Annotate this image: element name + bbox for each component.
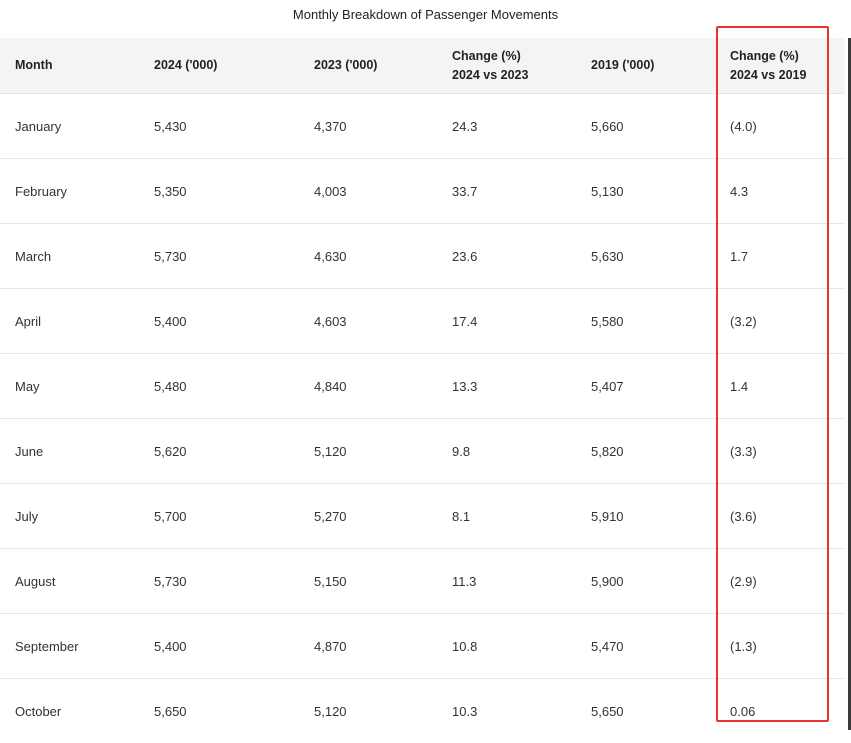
month-cell: June bbox=[0, 419, 139, 484]
value-cell: 4.3 bbox=[715, 159, 845, 224]
month-cell: July bbox=[0, 484, 139, 549]
value-cell: (2.9) bbox=[715, 549, 845, 614]
value-cell: 4,840 bbox=[299, 354, 437, 419]
value-cell: 23.6 bbox=[437, 224, 576, 289]
value-cell: 5,630 bbox=[576, 224, 715, 289]
value-cell: 5,650 bbox=[576, 679, 715, 743]
column-header-4: 2019 ('000) bbox=[576, 38, 715, 94]
value-cell: 4,603 bbox=[299, 289, 437, 354]
column-header-line1: Change (%) bbox=[730, 47, 845, 66]
value-cell: 10.3 bbox=[437, 679, 576, 743]
table-row: June5,6205,1209.85,820(3.3) bbox=[0, 419, 845, 484]
table-row: August5,7305,15011.35,900(2.9) bbox=[0, 549, 845, 614]
month-cell: May bbox=[0, 354, 139, 419]
value-cell: 17.4 bbox=[437, 289, 576, 354]
table-row: October5,6505,12010.35,6500.06 bbox=[0, 679, 845, 743]
table-row: May5,4804,84013.35,4071.4 bbox=[0, 354, 845, 419]
value-cell: 5,150 bbox=[299, 549, 437, 614]
column-header-line2: 2024 vs 2019 bbox=[730, 66, 845, 85]
value-cell: 5,620 bbox=[139, 419, 299, 484]
data-table-container: Month2024 ('000)2023 ('000)Change (%)202… bbox=[0, 38, 851, 743]
value-cell: 5,730 bbox=[139, 224, 299, 289]
value-cell: 1.7 bbox=[715, 224, 845, 289]
table-body: January5,4304,37024.35,660(4.0)February5… bbox=[0, 94, 845, 743]
value-cell: 4,870 bbox=[299, 614, 437, 679]
value-cell: 5,730 bbox=[139, 549, 299, 614]
month-cell: August bbox=[0, 549, 139, 614]
month-cell: January bbox=[0, 94, 139, 159]
table-header: Month2024 ('000)2023 ('000)Change (%)202… bbox=[0, 38, 845, 94]
table-row: September5,4004,87010.85,470(1.3) bbox=[0, 614, 845, 679]
value-cell: 1.4 bbox=[715, 354, 845, 419]
value-cell: (4.0) bbox=[715, 94, 845, 159]
month-cell: September bbox=[0, 614, 139, 679]
column-header-3: Change (%)2024 vs 2023 bbox=[437, 38, 576, 94]
column-header-line1: 2019 ('000) bbox=[591, 56, 715, 75]
value-cell: 33.7 bbox=[437, 159, 576, 224]
value-cell: 5,130 bbox=[576, 159, 715, 224]
value-cell: 5,910 bbox=[576, 484, 715, 549]
column-header-line1: Change (%) bbox=[452, 47, 576, 66]
table-title: Monthly Breakdown of Passenger Movements bbox=[0, 7, 851, 22]
month-cell: April bbox=[0, 289, 139, 354]
value-cell: 5,350 bbox=[139, 159, 299, 224]
value-cell: 8.1 bbox=[437, 484, 576, 549]
column-header-5: Change (%)2024 vs 2019 bbox=[715, 38, 845, 94]
value-cell: (3.3) bbox=[715, 419, 845, 484]
column-header-2: 2023 ('000) bbox=[299, 38, 437, 94]
column-header-line1: 2024 ('000) bbox=[154, 56, 299, 75]
value-cell: 5,650 bbox=[139, 679, 299, 743]
value-cell: 13.3 bbox=[437, 354, 576, 419]
table-row: April5,4004,60317.45,580(3.2) bbox=[0, 289, 845, 354]
value-cell: 5,270 bbox=[299, 484, 437, 549]
month-cell: October bbox=[0, 679, 139, 743]
value-cell: 11.3 bbox=[437, 549, 576, 614]
value-cell: 9.8 bbox=[437, 419, 576, 484]
value-cell: 5,430 bbox=[139, 94, 299, 159]
value-cell: (3.6) bbox=[715, 484, 845, 549]
value-cell: 5,470 bbox=[576, 614, 715, 679]
value-cell: 5,120 bbox=[299, 419, 437, 484]
value-cell: (3.2) bbox=[715, 289, 845, 354]
value-cell: 5,580 bbox=[576, 289, 715, 354]
value-cell: (1.3) bbox=[715, 614, 845, 679]
month-cell: March bbox=[0, 224, 139, 289]
value-cell: 5,400 bbox=[139, 614, 299, 679]
value-cell: 5,120 bbox=[299, 679, 437, 743]
value-cell: 24.3 bbox=[437, 94, 576, 159]
header-row: Month2024 ('000)2023 ('000)Change (%)202… bbox=[0, 38, 845, 94]
table-row: July5,7005,2708.15,910(3.6) bbox=[0, 484, 845, 549]
value-cell: 4,370 bbox=[299, 94, 437, 159]
column-header-0: Month bbox=[0, 38, 139, 94]
value-cell: 5,400 bbox=[139, 289, 299, 354]
month-cell: February bbox=[0, 159, 139, 224]
column-header-1: 2024 ('000) bbox=[139, 38, 299, 94]
table-row: March5,7304,63023.65,6301.7 bbox=[0, 224, 845, 289]
value-cell: 5,407 bbox=[576, 354, 715, 419]
column-header-line1: Month bbox=[15, 56, 139, 75]
value-cell: 5,700 bbox=[139, 484, 299, 549]
table-row: February5,3504,00333.75,1304.3 bbox=[0, 159, 845, 224]
value-cell: 4,630 bbox=[299, 224, 437, 289]
value-cell: 5,660 bbox=[576, 94, 715, 159]
value-cell: 0.06 bbox=[715, 679, 845, 743]
column-header-line1: 2023 ('000) bbox=[314, 56, 437, 75]
passenger-movements-table: Month2024 ('000)2023 ('000)Change (%)202… bbox=[0, 38, 845, 743]
value-cell: 4,003 bbox=[299, 159, 437, 224]
column-header-line2: 2024 vs 2023 bbox=[452, 66, 576, 85]
value-cell: 5,900 bbox=[576, 549, 715, 614]
table-row: January5,4304,37024.35,660(4.0) bbox=[0, 94, 845, 159]
value-cell: 5,820 bbox=[576, 419, 715, 484]
value-cell: 10.8 bbox=[437, 614, 576, 679]
value-cell: 5,480 bbox=[139, 354, 299, 419]
